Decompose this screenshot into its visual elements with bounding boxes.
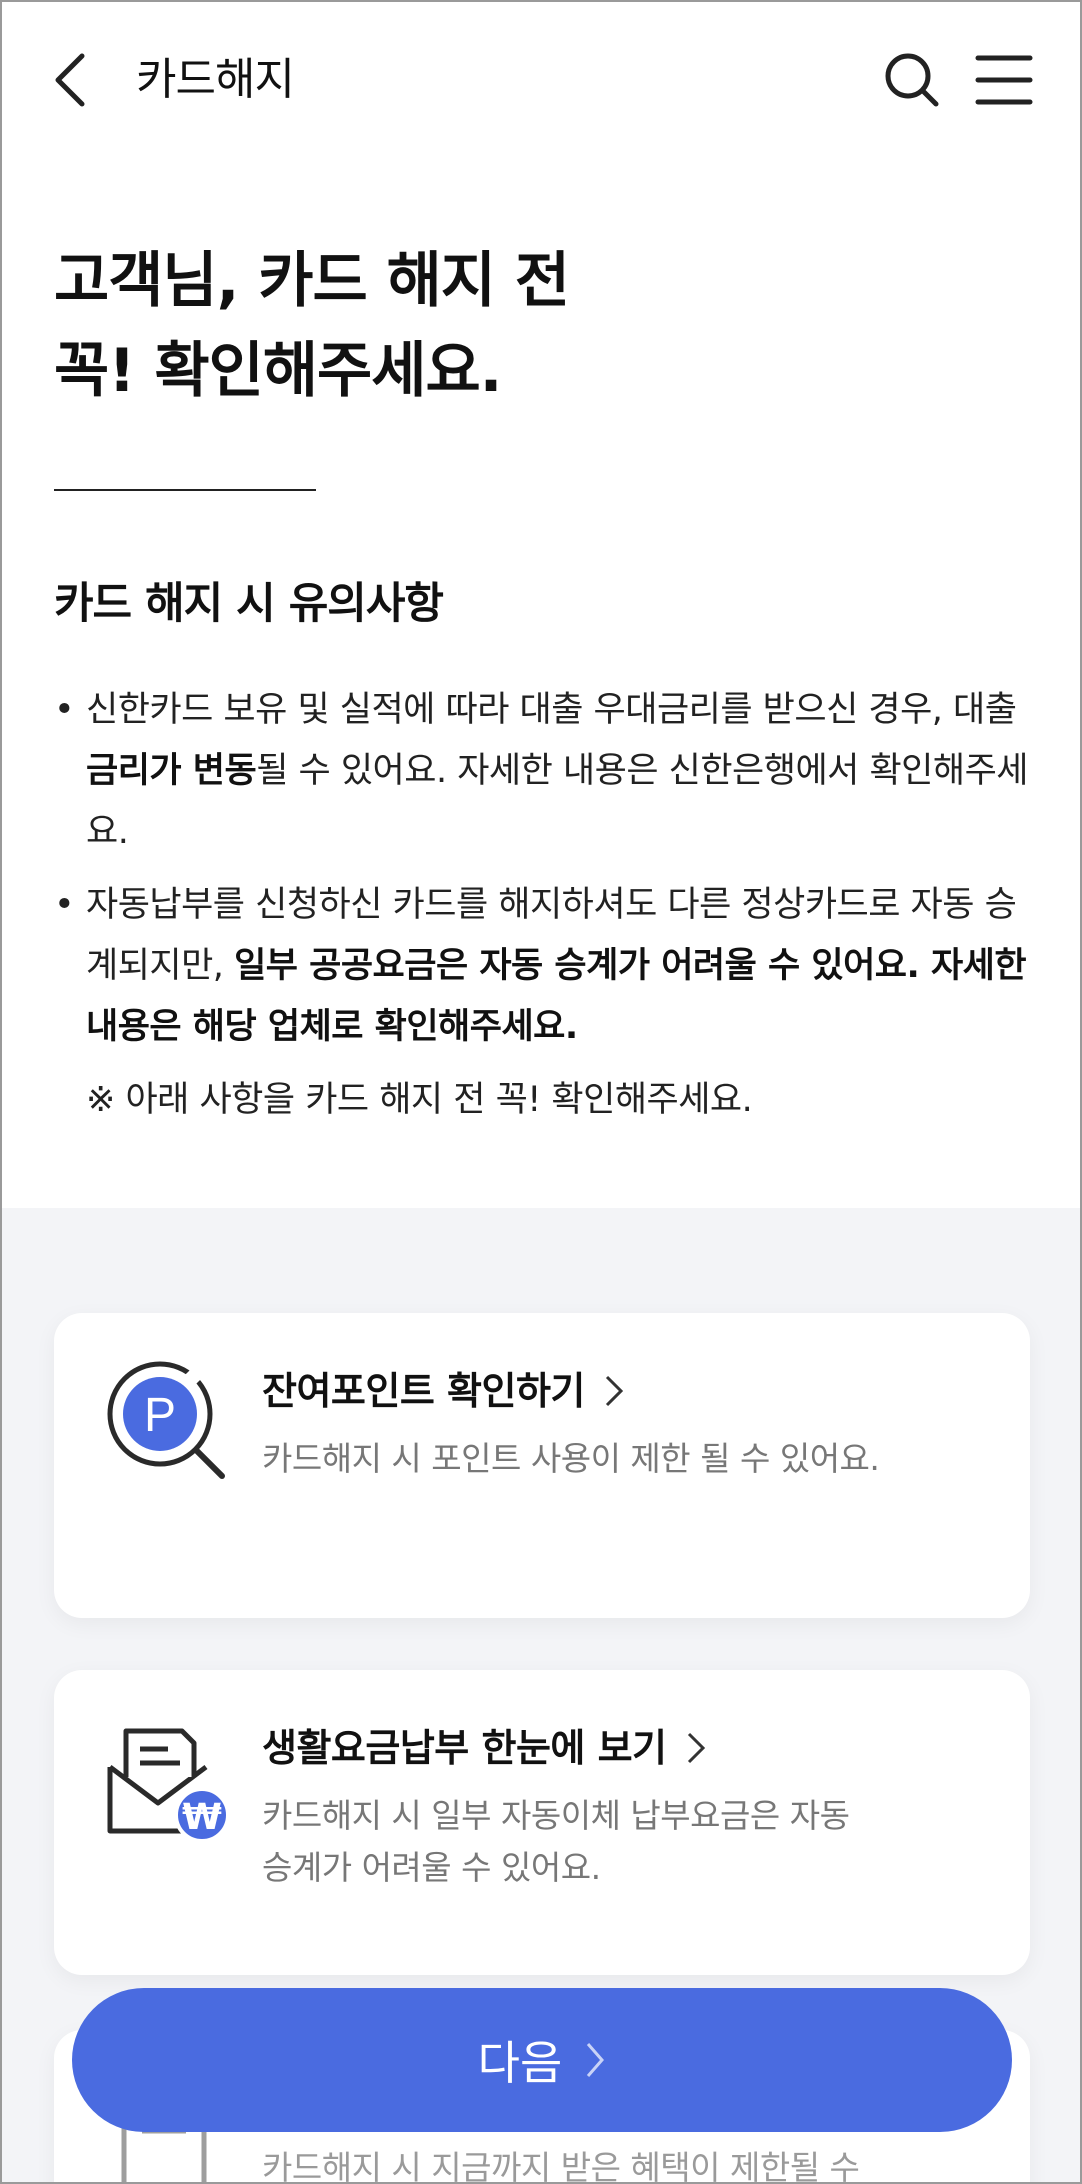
bullet: • [54,885,75,925]
card-title: 생활요금납부 한눈에 보기 [262,1720,707,1776]
notice-list: • 신한카드 보유 및 실적에 따라 대출 우대금리를 받으신 경우, 대출 금… [54,680,1034,1131]
notice-text: 신한카드 보유 및 실적에 따라 대출 우대금리를 받으신 경우, 대출 [86,690,1017,730]
hamburger-menu-icon [975,55,1033,105]
chevron-right-icon [587,2043,605,2077]
chevron-right-icon [687,1732,705,1764]
hero-line-1: 고객님, 카드 해지 전 [54,246,570,316]
notice-reference: ※ 아래 사항을 카드 해지 전 꼭! 확인해주세요. [86,1080,753,1120]
card-description-line: 카드해지 시 일부 자동이체 납부요금은 자동 [262,1796,850,1835]
app-header: 카드해지 [0,0,1082,160]
search-button[interactable] [882,50,942,110]
next-button[interactable]: 다음 [72,1988,1012,2132]
card-title: 잔여포인트 확인하기 [262,1363,625,1419]
card-description: 카드해지 시 일부 자동이체 납부요금은 자동 승계가 어려울 수 있어요. [262,1790,982,1894]
svg-text:P: P [144,1389,176,1442]
back-button[interactable] [46,50,96,110]
chevron-left-icon [55,53,85,107]
notice-title: 카드 해지 시 유의사항 [54,579,444,629]
card-title-text: 잔여포인트 확인하기 [262,1369,585,1413]
notice-item: • 신한카드 보유 및 실적에 따라 대출 우대금리를 받으신 경우, 대출 금… [54,680,1034,863]
menu-button[interactable] [975,52,1033,108]
card-remaining-points[interactable]: P 잔여포인트 확인하기 카드해지 시 포인트 사용이 제한 될 수 있어요. [54,1313,1030,1618]
hero-heading: 고객님, 카드 해지 전 꼭! 확인해주세요. [54,236,570,416]
mail-won-icon: ₩ [107,1728,230,1843]
card-title-text: 생활요금납부 한눈에 보기 [262,1726,667,1770]
svg-text:₩: ₩ [182,1797,222,1838]
card-description: 카드해지 시 지금까지 받은 혜택이 제한될 수 [262,2148,860,2184]
next-button-label: 다음 [477,2036,563,2090]
search-icon [885,53,939,107]
point-search-icon: P [107,1361,225,1479]
card-description-line: 승계가 어려울 수 있어요. [262,1848,601,1887]
divider [54,489,316,491]
hero-line-2: 꼭! 확인해주세요. [54,336,502,406]
notice-emphasis: 금리가 변동 [86,751,257,791]
page-title: 카드해지 [136,54,295,105]
bullet: • [54,690,75,730]
card-utility-payments[interactable]: ₩ 생활요금납부 한눈에 보기 카드해지 시 일부 자동이체 납부요금은 자동 … [54,1670,1030,1975]
chevron-right-icon [605,1375,623,1407]
notice-item: • 자동납부를 신청하신 카드를 해지하셔도 다른 정상카드로 자동 승계되지만… [54,875,1034,1058]
card-description: 카드해지 시 포인트 사용이 제한 될 수 있어요. [262,1439,880,1478]
